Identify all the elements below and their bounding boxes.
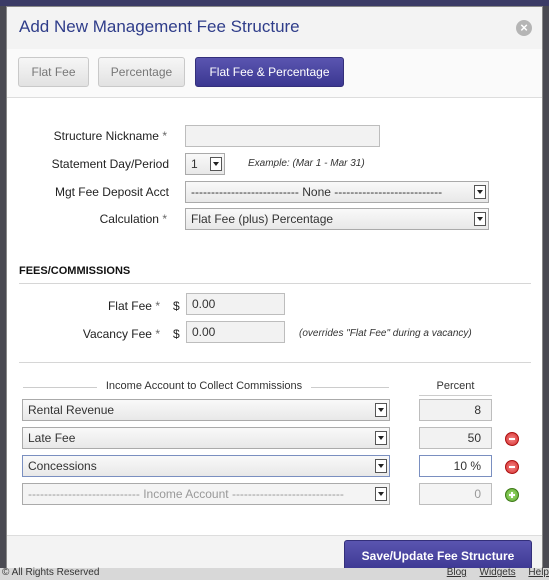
percent-input[interactable]: 8: [419, 399, 492, 421]
income-account-value: Concessions: [28, 459, 97, 473]
new-income-account-select[interactable]: ---------------------------- Income Acco…: [22, 483, 390, 505]
statement-day-value: 1: [191, 157, 198, 171]
header-rule: [311, 387, 389, 388]
remove-row-icon[interactable]: [505, 460, 519, 474]
nickname-label: Structure Nickname *: [17, 129, 167, 143]
chevron-down-icon: [210, 157, 222, 171]
nickname-label-text: Structure Nickname: [53, 129, 159, 143]
chevron-down-icon: [375, 487, 387, 501]
section-divider: [19, 283, 531, 284]
remove-row-icon[interactable]: [505, 432, 519, 446]
required-mark: *: [162, 129, 167, 143]
statement-hint: Example: (Mar 1 - Mar 31): [248, 158, 365, 169]
footer-link-help[interactable]: Help: [528, 567, 549, 578]
dialog-title: Add New Management Fee Structure: [19, 17, 300, 36]
fee-structure-dialog: Add New Management Fee Structure × Flat …: [6, 6, 543, 574]
calculation-value: Flat Fee (plus) Percentage: [191, 212, 334, 226]
statement-day-select[interactable]: 1: [185, 153, 225, 175]
vacancy-fee-input[interactable]: 0.00: [186, 321, 285, 343]
calculation-label: Calculation *: [17, 212, 167, 226]
deposit-account-value: --------------------------- None -------…: [191, 185, 443, 199]
income-account-select[interactable]: Rental Revenue: [22, 399, 390, 421]
flat-fee-input[interactable]: 0.00: [186, 293, 285, 315]
footer-link-widgets[interactable]: Widgets: [480, 567, 516, 578]
close-icon[interactable]: ×: [516, 20, 532, 36]
footer-links: Blog Widgets Help: [437, 567, 549, 578]
flat-fee-label: Flat Fee *: [17, 299, 160, 313]
footer-link-blog[interactable]: Blog: [447, 567, 467, 578]
nickname-input[interactable]: [185, 125, 380, 147]
currency-symbol: $: [173, 299, 180, 313]
new-percent-input[interactable]: 0: [419, 483, 492, 505]
statement-label: Statement Day/Period: [51, 157, 169, 171]
vacancy-fee-label: Vacancy Fee *: [17, 327, 160, 341]
account-column-header: Income Account to Collect Commissions: [105, 380, 303, 392]
percent-input[interactable]: 50: [419, 427, 492, 449]
vacancy-fee-hint: (overrides "Flat Fee" during a vacancy): [299, 328, 472, 339]
background-footer: © All Rights Reserved Blog Widgets Help: [0, 567, 549, 580]
currency-symbol: $: [173, 327, 180, 341]
income-account-placeholder: ---------------------------- Income Acco…: [28, 487, 344, 501]
add-row-icon[interactable]: [505, 488, 519, 502]
tab-flat-fee-and-percentage[interactable]: Flat Fee & Percentage: [195, 57, 344, 87]
required-mark: *: [162, 212, 167, 226]
tab-flat-fee[interactable]: Flat Fee: [18, 57, 89, 87]
income-account-select[interactable]: Late Fee: [22, 427, 390, 449]
fee-type-tabs: Flat Fee Percentage Flat Fee & Percentag…: [7, 49, 542, 98]
calculation-select[interactable]: Flat Fee (plus) Percentage: [185, 208, 489, 230]
chevron-down-icon: [375, 403, 387, 417]
percent-column-header: Percent: [436, 380, 475, 392]
dialog-titlebar: Add New Management Fee Structure ×: [7, 7, 542, 50]
deposit-account-label: Mgt Fee Deposit Acct: [54, 185, 169, 199]
chevron-down-icon: [375, 459, 387, 473]
chevron-down-icon: [474, 212, 486, 226]
vacancy-fee-label-text: Vacancy Fee: [82, 327, 152, 341]
chevron-down-icon: [375, 431, 387, 445]
required-mark: *: [155, 299, 160, 313]
income-account-value: Rental Revenue: [28, 403, 115, 417]
income-account-value: Late Fee: [28, 431, 76, 445]
section-divider: [19, 362, 531, 363]
chevron-down-icon: [474, 185, 486, 199]
header-rule: [419, 395, 492, 396]
income-account-select[interactable]: Concessions: [22, 455, 390, 477]
required-mark: *: [155, 327, 160, 341]
header-rule: [23, 387, 97, 388]
flat-fee-label-text: Flat Fee: [107, 299, 152, 313]
calculation-label-text: Calculation: [99, 212, 159, 226]
tab-percentage[interactable]: Percentage: [98, 57, 185, 87]
deposit-account-select[interactable]: --------------------------- None -------…: [185, 181, 489, 203]
percent-input[interactable]: 10 %: [419, 455, 492, 477]
copyright-text: © All Rights Reserved: [2, 567, 100, 578]
fees-section-title: FEES/COMMISSIONS: [19, 265, 131, 277]
